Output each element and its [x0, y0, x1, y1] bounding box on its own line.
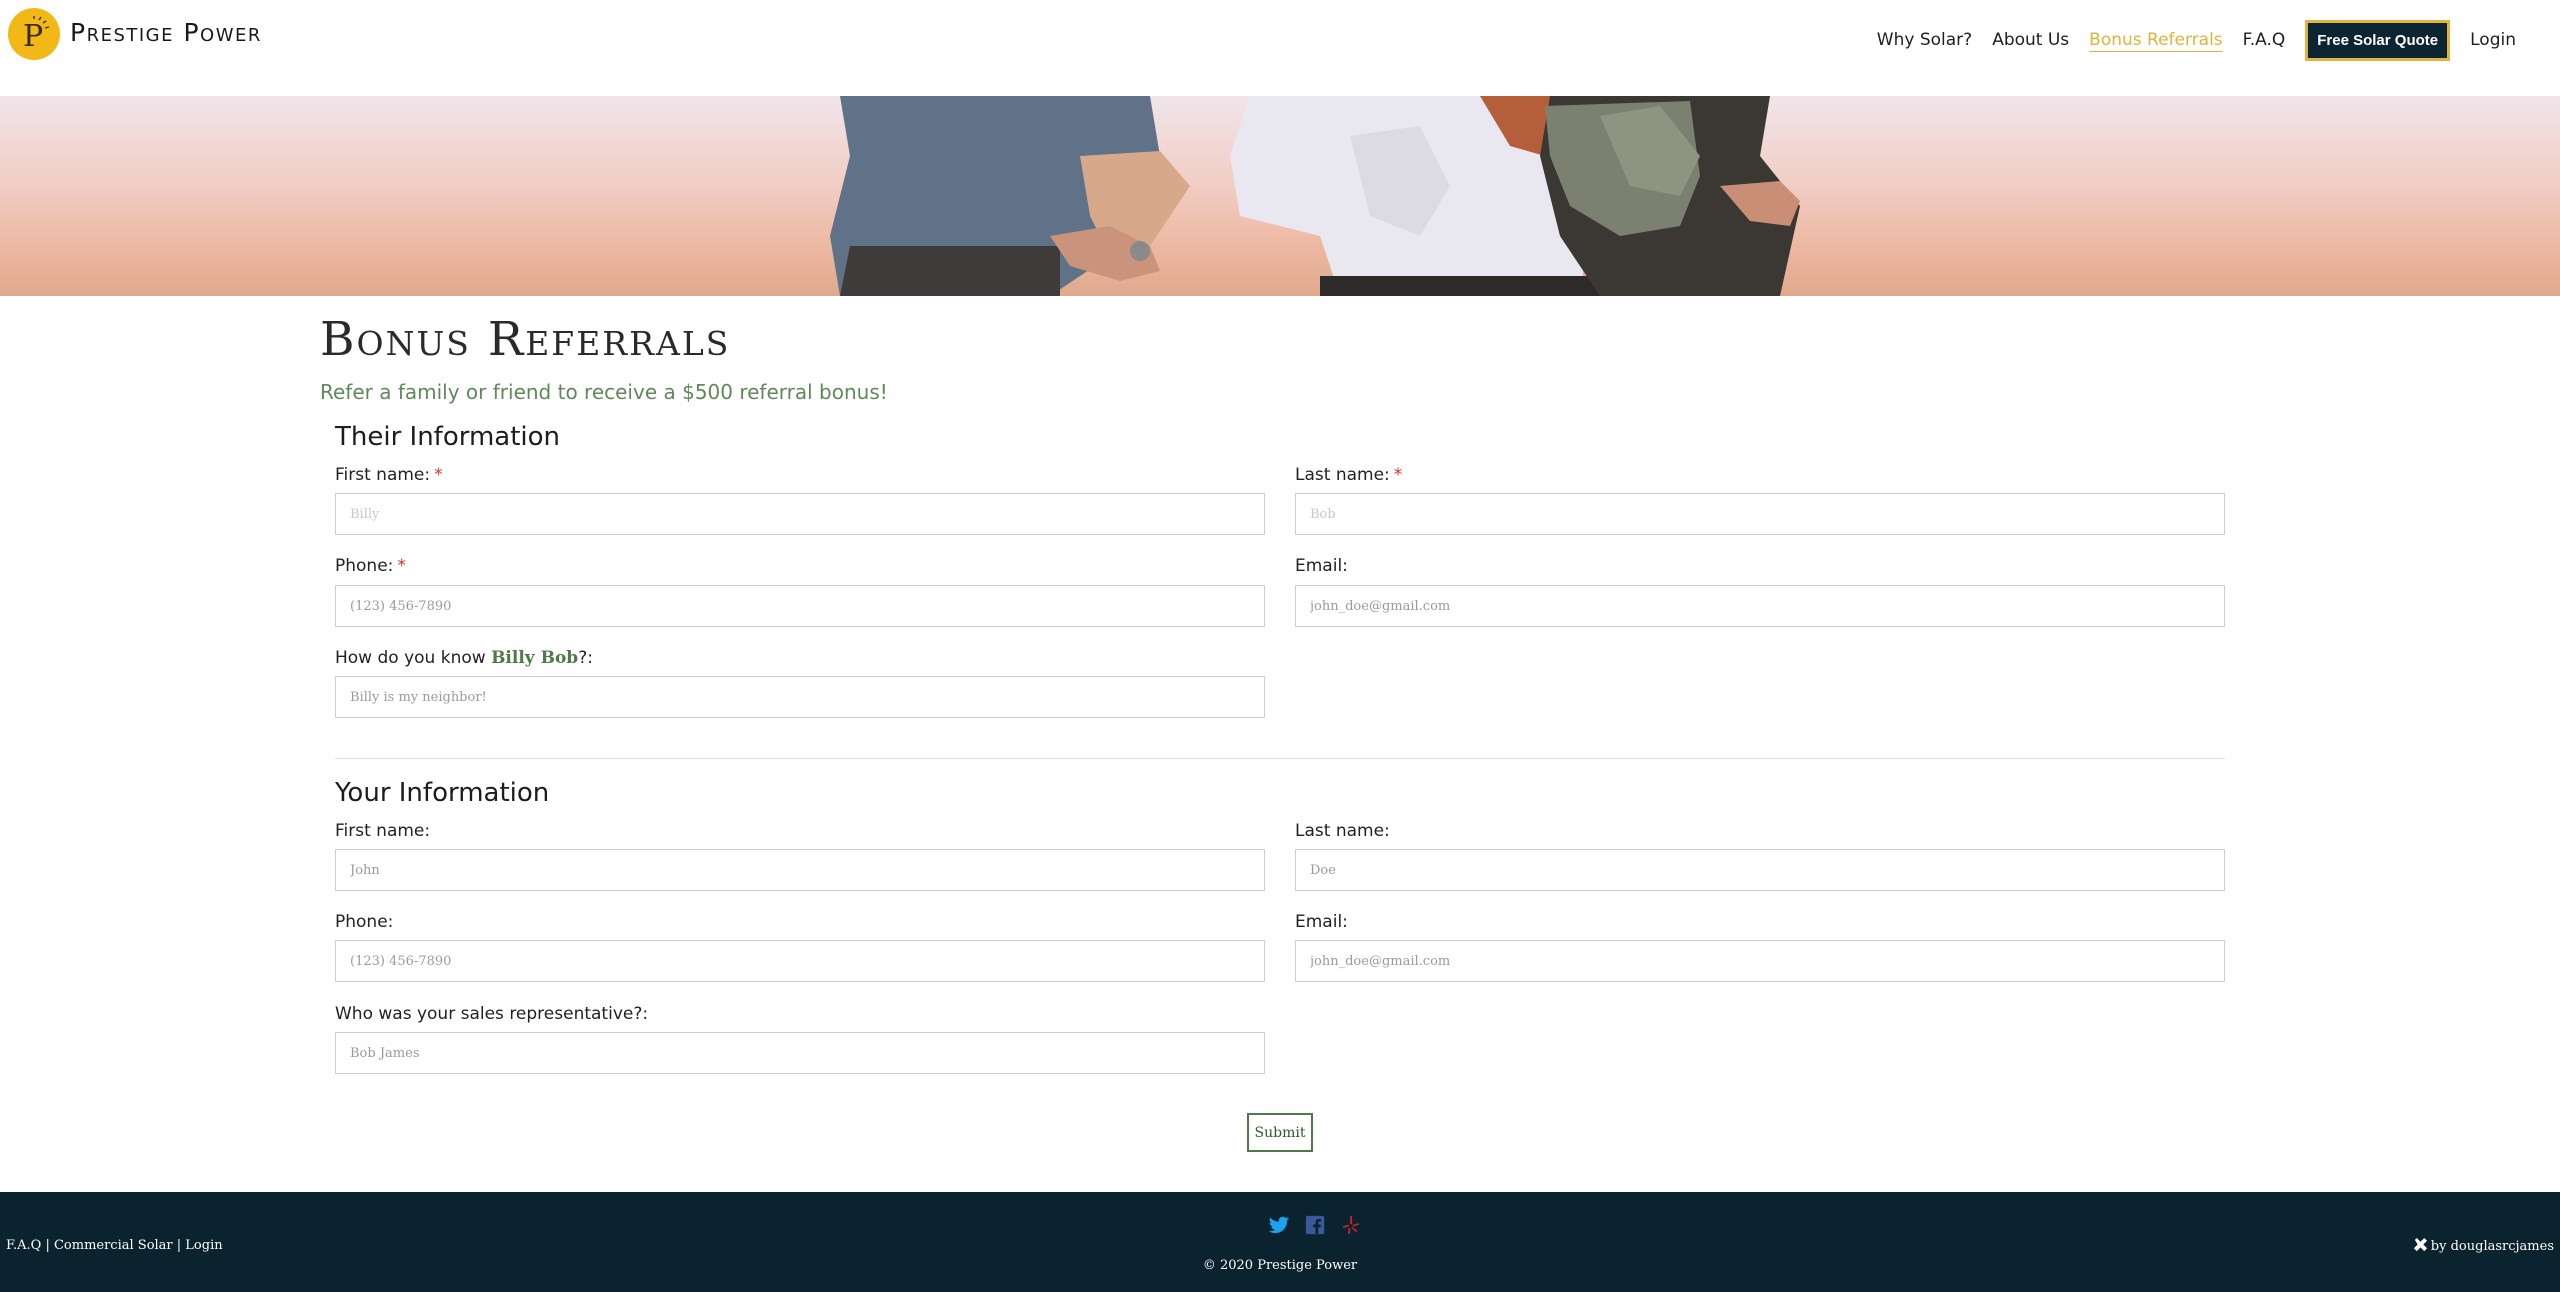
your-email-label: Email: [1295, 912, 1348, 932]
footer-link-faq[interactable]: F.A.Q [6, 1238, 41, 1253]
label-prefix: How do you know [335, 648, 492, 668]
nav-login[interactable]: Login [2470, 30, 2516, 50]
their-phone-input[interactable] [335, 585, 1265, 627]
footer-separator: | [172, 1238, 186, 1253]
nav-about-us[interactable]: About Us [1992, 30, 2069, 50]
label-suffix: ?: [578, 648, 593, 668]
their-first-name-input[interactable] [335, 493, 1265, 535]
how-know-label: How do you know Billy Bob?: [335, 648, 593, 668]
required-mark: * [1393, 465, 1403, 485]
footer-link-login[interactable]: Login [185, 1238, 222, 1253]
your-email-input[interactable] [1295, 940, 2225, 982]
hero-banner [0, 96, 2560, 296]
sales-rep-input[interactable] [335, 1032, 1265, 1074]
twitter-icon[interactable] [1268, 1214, 1290, 1236]
their-information-heading: Their Information [335, 422, 561, 452]
their-last-name-input[interactable] [1295, 493, 2225, 535]
copyright-text: © 2020 Prestige Power [1202, 1258, 1358, 1273]
their-email-label: Email: [1295, 556, 1348, 576]
credit-text: by douglasrcjames [2430, 1239, 2554, 1254]
nav-bonus-referrals[interactable]: Bonus Referrals [2089, 30, 2223, 50]
your-first-name-input[interactable] [335, 849, 1265, 891]
page-subtitle: Refer a family or friend to receive a $5… [320, 380, 888, 404]
footer-separator: | [41, 1238, 54, 1253]
your-last-name-input[interactable] [1295, 849, 2225, 891]
main-nav: Why Solar? About Us Bonus Referrals F.A.… [1877, 18, 2560, 62]
hero-people-image [830, 96, 1800, 296]
svg-text:P: P [23, 19, 43, 54]
their-first-name-label: First name: * [335, 465, 443, 485]
nav-why-solar[interactable]: Why Solar? [1877, 30, 1972, 50]
page-title: Bonus Referrals [320, 312, 731, 367]
your-phone-input[interactable] [335, 940, 1265, 982]
label-text: Last name: [1295, 465, 1390, 485]
logo-icon[interactable]: P [8, 8, 60, 60]
their-phone-label: Phone: * [335, 556, 406, 576]
sales-rep-label: Who was your sales representative?: [335, 1004, 649, 1024]
your-first-name-label: First name: [335, 821, 431, 841]
your-phone-label: Phone: [335, 912, 394, 932]
their-email-input[interactable] [1295, 585, 2225, 627]
how-know-input[interactable] [335, 676, 1265, 718]
nav-faq[interactable]: F.A.Q [2243, 30, 2286, 50]
yelp-icon[interactable] [1340, 1214, 1362, 1236]
label-text: First name: [335, 465, 431, 485]
site-footer: F.A.Q | Commercial Solar | Login © 2020 … [0, 1192, 2560, 1292]
free-solar-quote-button[interactable]: Free Solar Quote [2305, 19, 2451, 61]
site-header: P Prestige Power Why Solar? About Us Bon… [0, 0, 2560, 96]
referred-name: Billy Bob [491, 648, 579, 668]
their-last-name-label: Last name: * [1295, 465, 1402, 485]
developer-credit[interactable]: by douglasrcjames [2413, 1237, 2554, 1256]
required-mark: * [397, 556, 406, 576]
brand-name[interactable]: Prestige Power [70, 18, 262, 47]
social-links [1268, 1214, 1362, 1236]
label-text: Phone: [335, 556, 394, 576]
tools-icon [2413, 1237, 2428, 1256]
submit-button[interactable]: Submit [1247, 1113, 1313, 1152]
footer-link-commercial-solar[interactable]: Commercial Solar [54, 1238, 173, 1253]
section-divider [335, 758, 2225, 759]
facebook-icon[interactable] [1304, 1214, 1326, 1236]
your-information-heading: Your Information [335, 778, 550, 808]
required-mark: * [434, 465, 443, 485]
footer-links: F.A.Q | Commercial Solar | Login [6, 1238, 223, 1253]
your-last-name-label: Last name: [1295, 821, 1390, 841]
